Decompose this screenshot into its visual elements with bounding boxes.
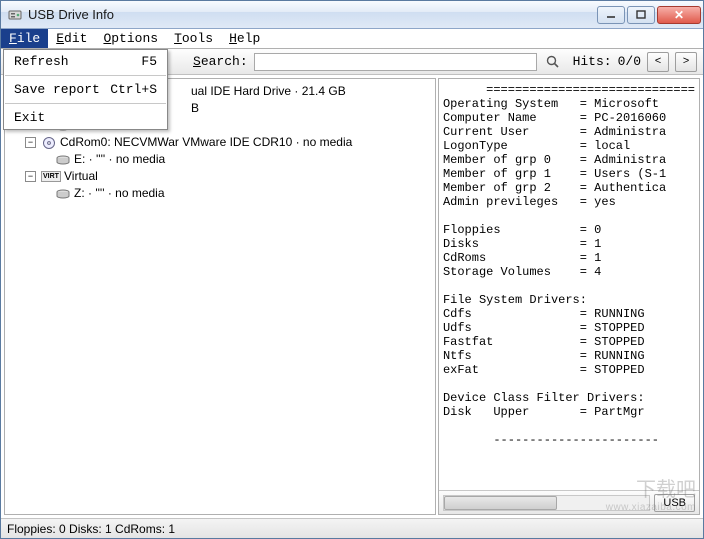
horizontal-scrollbar[interactable]: [443, 495, 650, 511]
menu-separator: [5, 103, 166, 104]
menu-tools[interactable]: Tools: [166, 29, 221, 48]
usb-badge[interactable]: USB: [654, 494, 695, 512]
menu-exit[interactable]: Exit: [4, 106, 167, 129]
titlebar: USB Drive Info ✕: [1, 1, 703, 29]
menu-edit[interactable]: Edit: [48, 29, 95, 48]
menu-refresh[interactable]: Refresh F5: [4, 50, 167, 73]
menubar: File Edit Options Tools Help: [1, 29, 703, 49]
system-info-output[interactable]: ============================= Operating …: [439, 79, 699, 490]
window-title: USB Drive Info: [28, 7, 597, 22]
hits-value: 0/0: [618, 54, 641, 69]
output-bottombar: USB: [439, 490, 699, 514]
search-icon[interactable]: [543, 52, 563, 72]
tree-text: Virtual: [64, 168, 98, 185]
tree-text: CdRom0: NECVMWar VMware IDE CDR10 · no m…: [60, 134, 352, 151]
minimize-button[interactable]: [597, 6, 625, 24]
search-input[interactable]: [254, 53, 537, 71]
tree-row-cdrom[interactable]: − CdRom0: NECVMWar VMware IDE CDR10 · no…: [11, 134, 429, 151]
search-label: Search:: [193, 54, 248, 69]
main-split: ual IDE Hard Drive · 21.4 GB B D: · ''''…: [1, 75, 703, 518]
output-pane: ============================= Operating …: [438, 78, 700, 515]
tree-text: E: · '''' · no media: [74, 151, 165, 168]
menu-refresh-label: Refresh: [14, 54, 69, 69]
tree-text: ual IDE Hard Drive · 21.4 GB: [191, 83, 346, 100]
usb-label: USB: [663, 497, 686, 509]
statusbar: Floppies: 0 Disks: 1 CdRoms: 1: [1, 518, 703, 538]
close-button[interactable]: ✕: [657, 6, 701, 24]
expander-minus-icon[interactable]: −: [25, 171, 36, 182]
menu-exit-label: Exit: [14, 110, 45, 125]
tree-row-drive-z[interactable]: Z: · '''' · no media: [11, 185, 429, 202]
tree-text: B: [191, 100, 199, 117]
scrollbar-thumb[interactable]: [444, 496, 557, 510]
maximize-button[interactable]: [627, 6, 655, 24]
menu-options[interactable]: Options: [95, 29, 166, 48]
menu-save-report[interactable]: Save report Ctrl+S: [4, 78, 167, 101]
menu-file[interactable]: File: [1, 29, 48, 48]
tree-text: Z: · '''' · no media: [74, 185, 165, 202]
virtual-icon: VIRT: [41, 171, 61, 182]
prev-hit-button[interactable]: <: [647, 52, 669, 72]
tree-row-drive-e[interactable]: E: · '''' · no media: [11, 151, 429, 168]
menu-separator: [5, 75, 166, 76]
window-controls: ✕: [597, 6, 701, 24]
file-dropdown: Refresh F5 Save report Ctrl+S Exit: [3, 49, 168, 130]
menu-save-label: Save report: [14, 82, 100, 97]
tree-row-virtual[interactable]: − VIRT Virtual: [11, 168, 429, 185]
status-text: Floppies: 0 Disks: 1 CdRoms: 1: [7, 522, 175, 536]
menu-refresh-accel: F5: [141, 54, 157, 69]
expander-minus-icon[interactable]: −: [25, 137, 36, 148]
app-icon: [7, 7, 23, 23]
menu-save-accel: Ctrl+S: [110, 82, 157, 97]
hits-label: Hits:: [573, 54, 612, 69]
next-hit-button[interactable]: >: [675, 52, 697, 72]
menu-help[interactable]: Help: [221, 29, 268, 48]
disk-icon: [55, 153, 71, 167]
disk-icon: [55, 187, 71, 201]
tree-pane: ual IDE Hard Drive · 21.4 GB B D: · ''''…: [4, 78, 436, 515]
cdrom-icon: [41, 136, 57, 150]
